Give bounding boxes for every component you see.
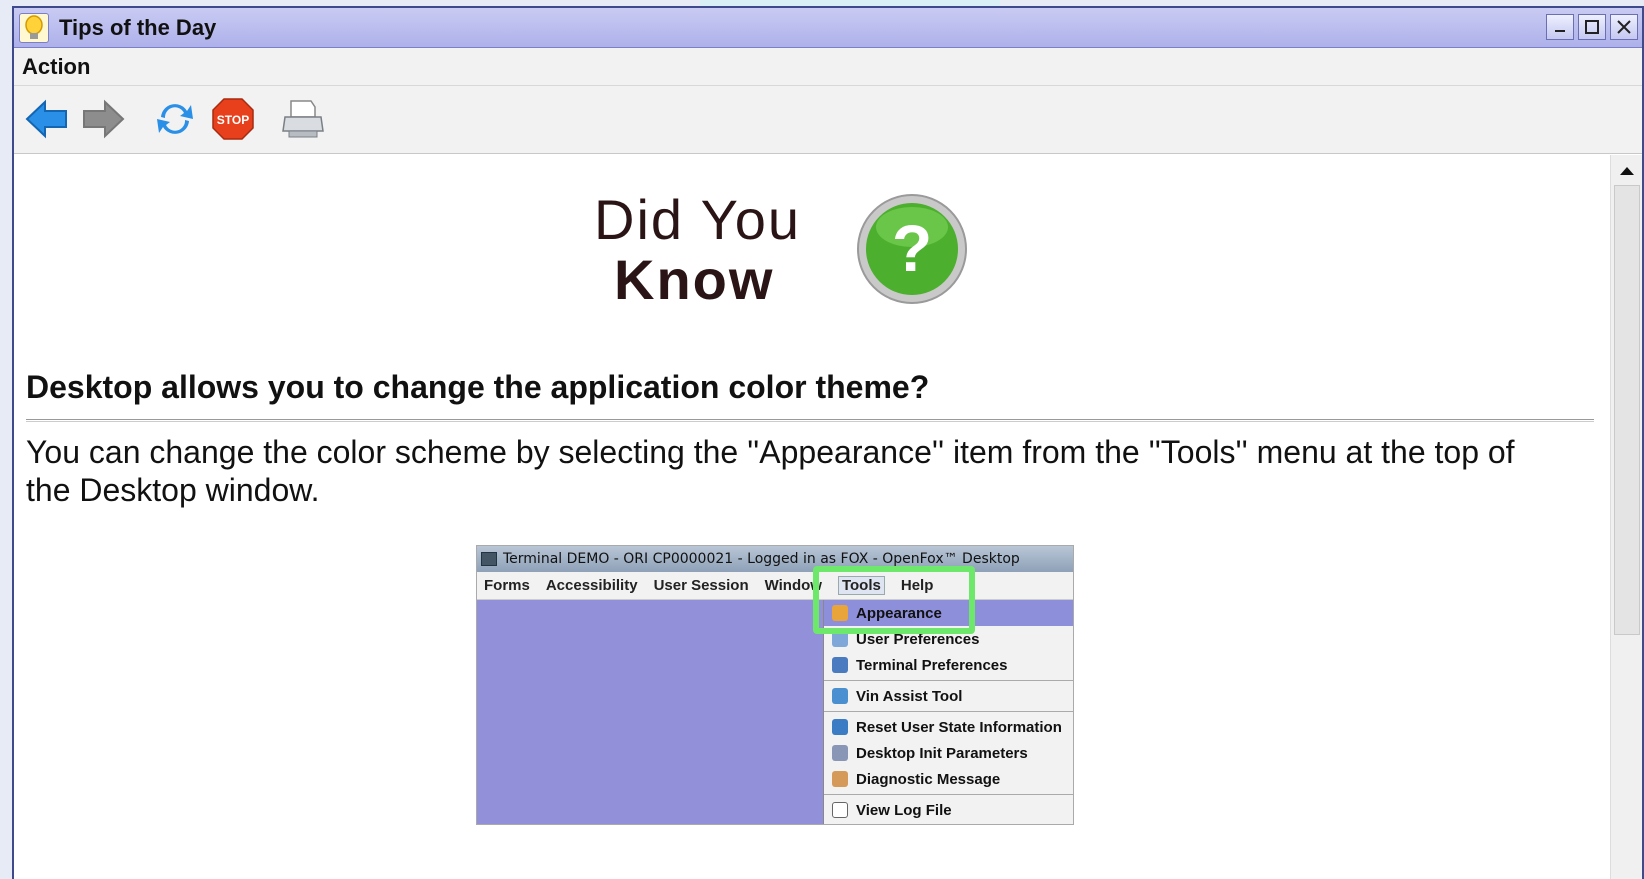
screenshot-item-label: Reset User State Information: [856, 718, 1062, 736]
tips-window: Tips of the Day Action STOP Did You Know…: [12, 6, 1644, 879]
screenshot-item-label: Desktop Init Parameters: [856, 744, 1028, 762]
printer-icon[interactable]: [280, 96, 326, 142]
computer-icon: [481, 552, 497, 566]
close-icon[interactable]: [1610, 14, 1638, 40]
user-icon: [832, 771, 848, 787]
back-arrow-icon[interactable]: [24, 96, 70, 142]
window-title: Tips of the Day: [59, 14, 217, 40]
screenshot-menu-item: Diagnostic Message: [824, 766, 1073, 792]
example-screenshot: Terminal DEMO - ORI CP0000021 - Logged i…: [476, 545, 1074, 825]
maximize-icon[interactable]: [1578, 14, 1606, 40]
screenshot-menu-accessibility: Accessibility: [545, 577, 638, 594]
tip-title: Desktop allows you to change the applica…: [26, 369, 930, 405]
divider: [26, 419, 1594, 422]
question-mark-icon: ?: [857, 194, 967, 304]
forward-arrow-icon[interactable]: [80, 96, 126, 142]
reset-icon: [832, 719, 848, 735]
screenshot-menu-item: View Log File: [824, 797, 1073, 823]
highlight-box: [813, 566, 975, 634]
screenshot-titlebar: Terminal DEMO - ORI CP0000021 - Logged i…: [477, 546, 1073, 572]
screenshot-item-label: Diagnostic Message: [856, 770, 1001, 788]
terminal-icon: [832, 657, 848, 673]
screenshot-menu-item: Vin Assist Tool: [824, 683, 1073, 709]
screenshot-menu-item: Reset User State Information: [824, 714, 1073, 740]
screenshot-item-label: Vin Assist Tool: [856, 687, 963, 705]
screenshot-menu-separator: [824, 680, 1073, 681]
minimize-icon[interactable]: [1546, 14, 1574, 40]
tip-content: Did You Know ? Desktop allows you to cha…: [14, 155, 1642, 879]
screenshot-menu-item: Desktop Init Parameters: [824, 740, 1073, 766]
banner-line-1: Did You: [594, 188, 802, 251]
svg-text:?: ?: [892, 211, 932, 285]
screenshot-menu-separator: [824, 794, 1073, 795]
scroll-up-icon[interactable]: [1611, 159, 1642, 183]
screenshot-menu-item: Terminal Preferences: [824, 652, 1073, 678]
lightbulb-icon: [19, 12, 49, 43]
menu-action[interactable]: Action: [22, 54, 90, 80]
screenshot-desktop-area: [477, 600, 823, 824]
title-bar[interactable]: Tips of the Day: [14, 8, 1642, 48]
refresh-icon[interactable]: [152, 96, 198, 142]
screenshot-item-label: View Log File: [856, 801, 952, 819]
toolbar: STOP: [14, 86, 1642, 154]
stop-icon[interactable]: STOP: [210, 96, 256, 142]
document-icon: [832, 802, 848, 818]
vertical-scrollbar[interactable]: [1610, 155, 1642, 879]
parameters-icon: [832, 745, 848, 761]
screenshot-menu-forms: Forms: [484, 577, 530, 594]
screenshot-item-label: Terminal Preferences: [856, 656, 1008, 674]
screenshot-menu-separator: [824, 711, 1073, 712]
tip-body: You can change the color scheme by selec…: [26, 434, 1515, 508]
screenshot-menubar: Forms Accessibility User Session Window …: [477, 572, 1073, 600]
menu-bar: Action: [14, 48, 1642, 86]
scroll-thumb[interactable]: [1614, 185, 1640, 635]
stop-label: STOP: [217, 113, 249, 127]
car-icon: [832, 688, 848, 704]
screenshot-title: Terminal DEMO - ORI CP0000021 - Logged i…: [503, 551, 1020, 567]
banner-line-2: Know: [614, 248, 775, 311]
did-you-know-banner: Did You Know ?: [584, 187, 1004, 317]
screenshot-menu-user-session: User Session: [653, 577, 749, 594]
